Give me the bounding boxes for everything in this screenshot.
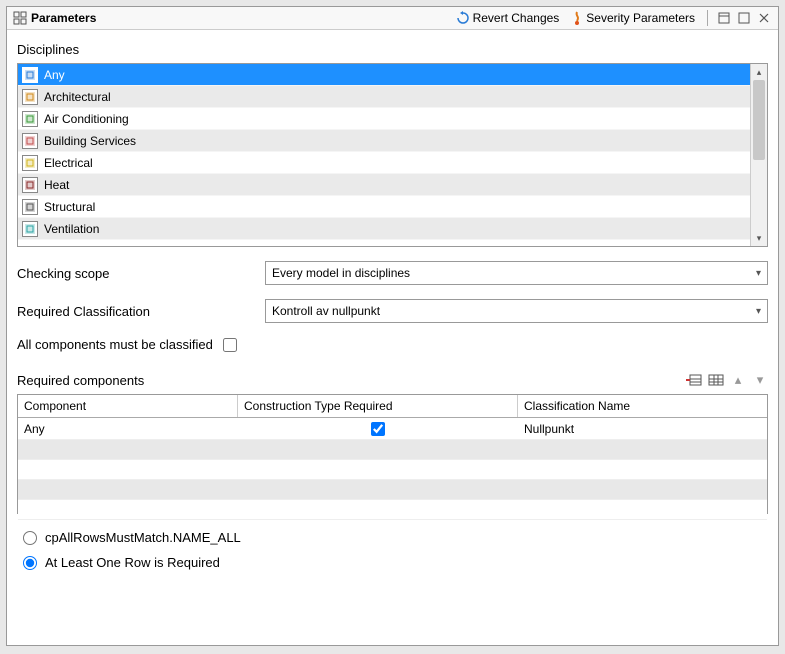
discipline-label: Heat — [44, 178, 69, 192]
scrollbar-thumb[interactable] — [753, 80, 765, 160]
chevron-down-icon: ▾ — [756, 268, 761, 279]
grid-header: Component Construction Type Required Cla… — [18, 395, 767, 418]
required-components-grid: Component Construction Type Required Cla… — [17, 394, 768, 514]
panel-title-text: Parameters — [31, 11, 96, 25]
cell-classification-name[interactable]: Nullpunkt — [518, 418, 767, 439]
scroll-down-icon[interactable]: ▾ — [751, 230, 767, 246]
table-row-empty — [18, 440, 767, 460]
table-row-empty — [18, 480, 767, 500]
discipline-label: Electrical — [44, 156, 93, 170]
discipline-label: Building Services — [44, 134, 136, 148]
panel-title: Parameters — [13, 11, 96, 25]
required-components-toolbar: ▴ ▾ — [686, 372, 768, 388]
col-classification-name[interactable]: Classification Name — [518, 395, 767, 417]
required-components-label: Required components — [17, 373, 144, 388]
revert-label: Revert Changes — [473, 11, 560, 25]
minimize-button[interactable] — [716, 10, 732, 26]
discipline-label: Air Conditioning — [44, 112, 129, 126]
discipline-icon — [22, 221, 38, 237]
discipline-item[interactable]: Any — [18, 64, 750, 86]
add-row-button[interactable] — [686, 372, 702, 388]
discipline-item[interactable]: Structural — [18, 196, 750, 218]
discipline-icon — [22, 155, 38, 171]
required-classification-select[interactable]: Kontroll av nullpunkt ▾ — [265, 299, 768, 323]
all-classified-checkbox[interactable] — [223, 338, 237, 352]
discipline-item[interactable]: Heat — [18, 174, 750, 196]
discipline-item[interactable]: Building Services — [18, 130, 750, 152]
radio-all-rows-must-match[interactable]: cpAllRowsMustMatch.NAME_ALL — [23, 530, 762, 545]
table-row-empty — [18, 460, 767, 480]
scroll-up-icon[interactable]: ▴ — [751, 64, 767, 80]
discipline-item[interactable]: Electrical — [18, 152, 750, 174]
severity-icon — [571, 11, 583, 25]
move-up-button[interactable]: ▴ — [730, 372, 746, 388]
radio-one-label: At Least One Row is Required — [45, 555, 220, 570]
discipline-icon — [22, 177, 38, 193]
radio-at-least-one-row[interactable]: At Least One Row is Required — [23, 555, 762, 570]
radio-one-input[interactable] — [23, 556, 37, 570]
discipline-label: Any — [44, 68, 65, 82]
severity-parameters-button[interactable]: Severity Parameters — [567, 10, 699, 26]
ctr-checkbox[interactable] — [371, 422, 385, 436]
discipline-icon — [22, 133, 38, 149]
table-row[interactable]: Any Nullpunkt — [18, 418, 767, 440]
revert-changes-button[interactable]: Revert Changes — [452, 10, 564, 26]
parameters-icon — [13, 11, 27, 25]
grid-body: Any Nullpunkt — [18, 418, 767, 520]
scrollbar[interactable]: ▴ ▾ — [750, 64, 767, 246]
discipline-item[interactable]: Architectural — [18, 86, 750, 108]
chevron-down-icon: ▾ — [756, 306, 761, 317]
discipline-icon — [22, 111, 38, 127]
radio-all-label: cpAllRowsMustMatch.NAME_ALL — [45, 530, 241, 545]
all-classified-label: All components must be classified — [17, 337, 213, 352]
match-mode-radio-group: cpAllRowsMustMatch.NAME_ALL At Least One… — [17, 530, 768, 570]
discipline-icon — [22, 67, 38, 83]
col-component[interactable]: Component — [18, 395, 238, 417]
checking-scope-label: Checking scope — [17, 266, 265, 281]
discipline-label: Ventilation — [44, 222, 99, 236]
severity-label: Severity Parameters — [586, 11, 695, 25]
panel-content: Disciplines Any Architectural Air Conditio… — [7, 30, 778, 645]
cell-component[interactable]: Any — [18, 418, 238, 439]
cell-construction-type-required[interactable] — [238, 418, 518, 439]
remove-row-button[interactable] — [708, 372, 724, 388]
discipline-icon — [22, 89, 38, 105]
disciplines-listbox: Any Architectural Air Conditioning Building… — [17, 63, 768, 247]
parameters-panel: Parameters Revert Changes Severity Param… — [6, 6, 779, 646]
required-classification-value: Kontroll av nullpunkt — [272, 304, 380, 318]
table-row-empty — [18, 500, 767, 520]
close-button[interactable] — [756, 10, 772, 26]
discipline-icon — [22, 199, 38, 215]
move-down-button[interactable]: ▾ — [752, 372, 768, 388]
discipline-item[interactable]: Ventilation — [18, 218, 750, 240]
discipline-item[interactable]: Air Conditioning — [18, 108, 750, 130]
discipline-label: Structural — [44, 200, 95, 214]
disciplines-list[interactable]: Any Architectural Air Conditioning Building… — [18, 64, 750, 246]
checking-scope-select[interactable]: Every model in disciplines ▾ — [265, 261, 768, 285]
titlebar: Parameters Revert Changes Severity Param… — [7, 7, 778, 30]
revert-icon — [456, 11, 470, 25]
required-classification-label: Required Classification — [17, 304, 265, 319]
disciplines-label: Disciplines — [17, 42, 768, 57]
checking-scope-value: Every model in disciplines — [272, 266, 410, 280]
discipline-label: Architectural — [44, 90, 111, 104]
col-construction-type-required[interactable]: Construction Type Required — [238, 395, 518, 417]
maximize-button[interactable] — [736, 10, 752, 26]
radio-all-input[interactable] — [23, 531, 37, 545]
